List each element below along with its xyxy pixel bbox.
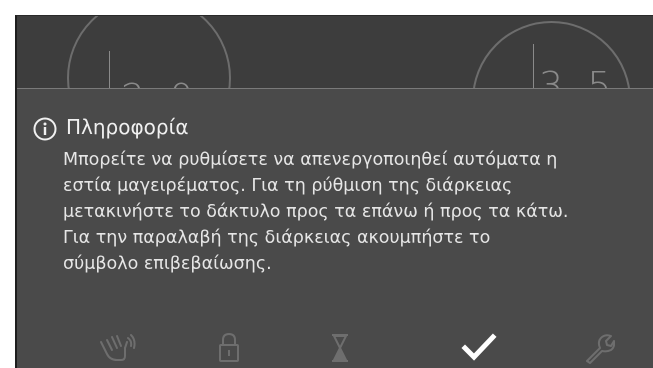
wrench-settings-icon[interactable] xyxy=(583,330,615,366)
hourglass-timer-icon[interactable] xyxy=(329,330,351,366)
cooktop-display: 2 0 3 5 Πληροφορία Μπορείτε να ρυθμίσετε… xyxy=(15,15,653,368)
message-line: σύμβολο επιβεβαίωσης. xyxy=(63,254,272,274)
popup-message: Μπορείτε να ρυθμίσετε να απενεργοποιηθεί… xyxy=(63,147,633,277)
left-dial-marker xyxy=(109,51,110,91)
message-line: Για την παραλαβή της διάρκειας ακουμπήστ… xyxy=(63,228,491,248)
lock-icon[interactable] xyxy=(217,330,241,366)
message-line: Μπορείτε να ρυθμίσετε να απενεργοποιηθεί… xyxy=(63,150,558,170)
appliance-frame: 2 0 3 5 Πληροφορία Μπορείτε να ρυθμίσετε… xyxy=(0,0,653,368)
popup-title: Πληροφορία xyxy=(66,115,189,139)
right-dial-marker xyxy=(533,44,534,94)
checkmark-confirm-icon[interactable] xyxy=(461,330,497,366)
message-line: εστία μαγειρέματος. Για τη ρύθμιση της δ… xyxy=(63,176,513,196)
wipe-protection-icon[interactable] xyxy=(97,330,137,366)
message-line: μετακινήστε το δάκτυλο προς τα επάνω ή π… xyxy=(63,202,569,222)
info-popup: Πληροφορία Μπορείτε να ρυθμίσετε να απεν… xyxy=(17,88,653,368)
info-circle-icon xyxy=(33,117,57,141)
